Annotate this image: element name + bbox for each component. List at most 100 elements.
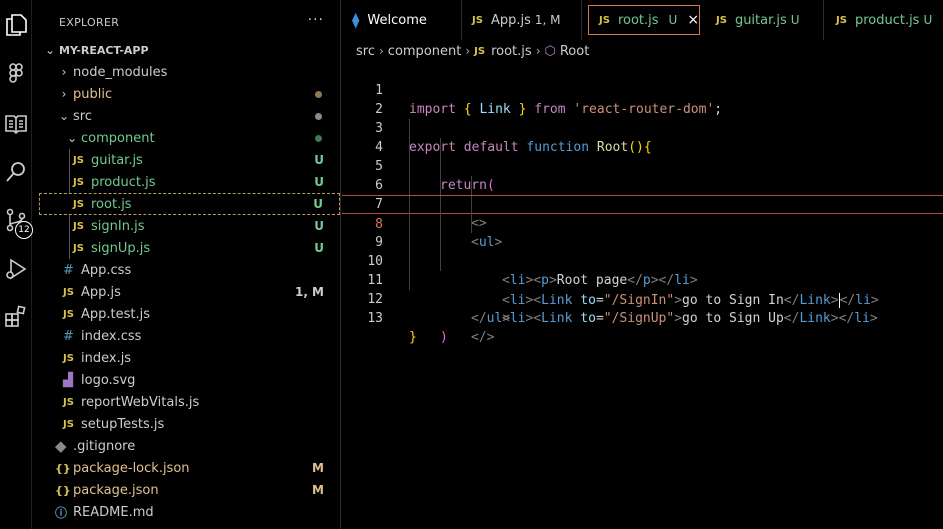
- tree-item-signup-js[interactable]: JS signUp.js U: [39, 237, 340, 259]
- extensions-icon[interactable]: [3, 304, 29, 330]
- git-file-icon: ◆: [55, 437, 67, 455]
- css-file-icon: #: [63, 328, 74, 344]
- tree-item-src[interactable]: ⌄ src: [39, 105, 340, 127]
- tree-item-product-js[interactable]: JS product.js U: [39, 171, 340, 193]
- indent-guide: [440, 233, 441, 252]
- chevron-down-icon: ⌄: [58, 109, 70, 123]
- tab-guitar-js[interactable]: JS guitar.js U: [706, 0, 824, 40]
- tree-item-label: App.test.js: [81, 306, 151, 322]
- js-file-icon: JS: [63, 396, 74, 408]
- tab-welcome[interactable]: ⧫ Welcome: [342, 0, 462, 40]
- tab-root-js[interactable]: JS root.js U ×: [588, 5, 700, 35]
- tree-item-guitar-js[interactable]: JS guitar.js U: [39, 149, 340, 171]
- chevron-right-icon: ›: [465, 44, 471, 58]
- tree-item-app-js[interactable]: JS App.js 1, M: [39, 281, 340, 303]
- tab-product-js[interactable]: JS product.js U: [826, 0, 943, 40]
- indent-guide: [409, 271, 410, 290]
- reader-icon[interactable]: [3, 111, 29, 137]
- js-file-icon: JS: [63, 286, 74, 298]
- git-status-badge: 1, M: [294, 285, 324, 299]
- tree-item-logo-svg[interactable]: ▟ logo.svg: [39, 369, 340, 391]
- code-editor[interactable]: 1 import { Link } from 'react-router-dom…: [342, 62, 943, 345]
- modified-dot-icon: [315, 90, 322, 98]
- code-line: 11 </>: [342, 252, 943, 345]
- tree-item-node-modules[interactable]: › node_modules: [39, 61, 340, 83]
- tree-item-reportwebvitals-js[interactable]: JS reportWebVitals.js: [39, 391, 340, 413]
- breadcrumb-src[interactable]: src: [356, 44, 375, 59]
- breadcrumb-symbol[interactable]: Root: [560, 44, 589, 59]
- indent-guide: [409, 252, 410, 271]
- indent-guide: [409, 138, 410, 157]
- indent-guide: [471, 176, 472, 195]
- tree-item-public[interactable]: › public: [39, 83, 340, 105]
- js-file-icon: JS: [836, 14, 847, 26]
- indent-guide: [471, 214, 472, 233]
- explorer-icon[interactable]: [3, 12, 29, 38]
- indent-guide: [471, 196, 472, 215]
- code-line: 4 return(: [342, 119, 943, 193]
- code-text: }: [409, 330, 417, 345]
- js-file-icon: JS: [73, 176, 84, 188]
- js-file-icon: JS: [73, 220, 84, 232]
- js-file-icon: JS: [599, 14, 610, 26]
- tree-item-label: README.md: [73, 504, 154, 520]
- tab-status: U: [668, 13, 678, 27]
- tree-item-app-css[interactable]: # App.css: [39, 259, 340, 281]
- tab-status: U: [790, 13, 800, 27]
- indent-guide: [440, 157, 441, 176]
- indent-guide: [440, 138, 441, 157]
- source-control-icon[interactable]: 12: [3, 207, 33, 239]
- tree-item-label: App.css: [81, 262, 132, 278]
- js-file-icon: JS: [472, 14, 483, 26]
- chevron-right-icon: ›: [378, 44, 384, 58]
- indent-guide: [440, 252, 441, 271]
- code-line: 7 <li><p>Root page</p></li>: [342, 176, 943, 288]
- figma-icon[interactable]: [3, 61, 29, 87]
- chevron-right-icon: ›: [535, 44, 541, 58]
- js-file-icon: JS: [73, 154, 84, 166]
- tab-app-js[interactable]: JS App.js 1, M: [462, 0, 582, 40]
- info-file-icon: ⓘ: [55, 505, 68, 520]
- svg-file-icon: ▟: [63, 372, 73, 388]
- breadcrumb-component[interactable]: component: [388, 44, 462, 59]
- tree-item-index-js[interactable]: JS index.js: [39, 347, 340, 369]
- chevron-down-icon: ⌄: [44, 43, 56, 57]
- tree-item-root-js[interactable]: JS root.js U: [39, 193, 340, 215]
- search-icon[interactable]: [3, 159, 29, 185]
- tree-item-label: src: [73, 108, 92, 124]
- explorer-sidebar: EXPLORER ··· ⌄ MY-REACT-APP › node_modul…: [39, 0, 341, 529]
- project-root[interactable]: ⌄ MY-REACT-APP: [39, 39, 340, 61]
- more-actions-button[interactable]: ···: [308, 12, 324, 28]
- indent-guide: [409, 176, 410, 195]
- tree-item-label: .gitignore: [73, 438, 136, 454]
- tree-item-package-lock-json[interactable]: {} package-lock.json M: [39, 457, 340, 479]
- tree-item-package-json[interactable]: {} package.json M: [39, 479, 340, 501]
- tree-item-gitignore[interactable]: ◆ .gitignore: [39, 435, 340, 457]
- close-icon[interactable]: ×: [687, 12, 699, 28]
- tab-label: product.js: [854, 12, 920, 28]
- json-file-icon: {}: [55, 461, 71, 475]
- git-status-badge: M: [312, 461, 324, 475]
- tab-bar: ⧫ Welcome JS App.js 1, M JS root.js U × …: [342, 0, 943, 40]
- code-line: 5 <>: [342, 138, 943, 231]
- tree-item-setuptests-js[interactable]: JS setupTests.js: [39, 413, 340, 435]
- tree-item-signin-js[interactable]: JS signIn.js U: [39, 215, 340, 237]
- tree-item-component[interactable]: ⌄ component: [39, 127, 340, 149]
- git-status-badge: M: [312, 483, 324, 497]
- breadcrumb-file[interactable]: root.js: [491, 44, 532, 59]
- run-debug-icon[interactable]: [3, 256, 29, 282]
- line-number: 13: [367, 311, 383, 326]
- tree-item-readme-md[interactable]: ⓘ README.md: [39, 501, 340, 523]
- tree-item-app-test-js[interactable]: JS App.test.js: [39, 303, 340, 325]
- tree-item-index-css[interactable]: # index.css: [39, 325, 340, 347]
- git-status-badge: U: [313, 197, 323, 211]
- tree-item-label: reportWebVitals.js: [81, 394, 200, 410]
- code-text: ): [440, 330, 448, 345]
- tree-item-label: signIn.js: [91, 218, 145, 234]
- tree-item-label: guitar.js: [91, 152, 143, 168]
- chevron-down-icon: ⌄: [66, 131, 78, 145]
- breadcrumb: src › component › JS root.js › ⬡ Root: [342, 40, 589, 62]
- indent-guide: [440, 214, 441, 233]
- tab-status: 1, M: [534, 13, 561, 27]
- status-dot-icon: [315, 112, 322, 120]
